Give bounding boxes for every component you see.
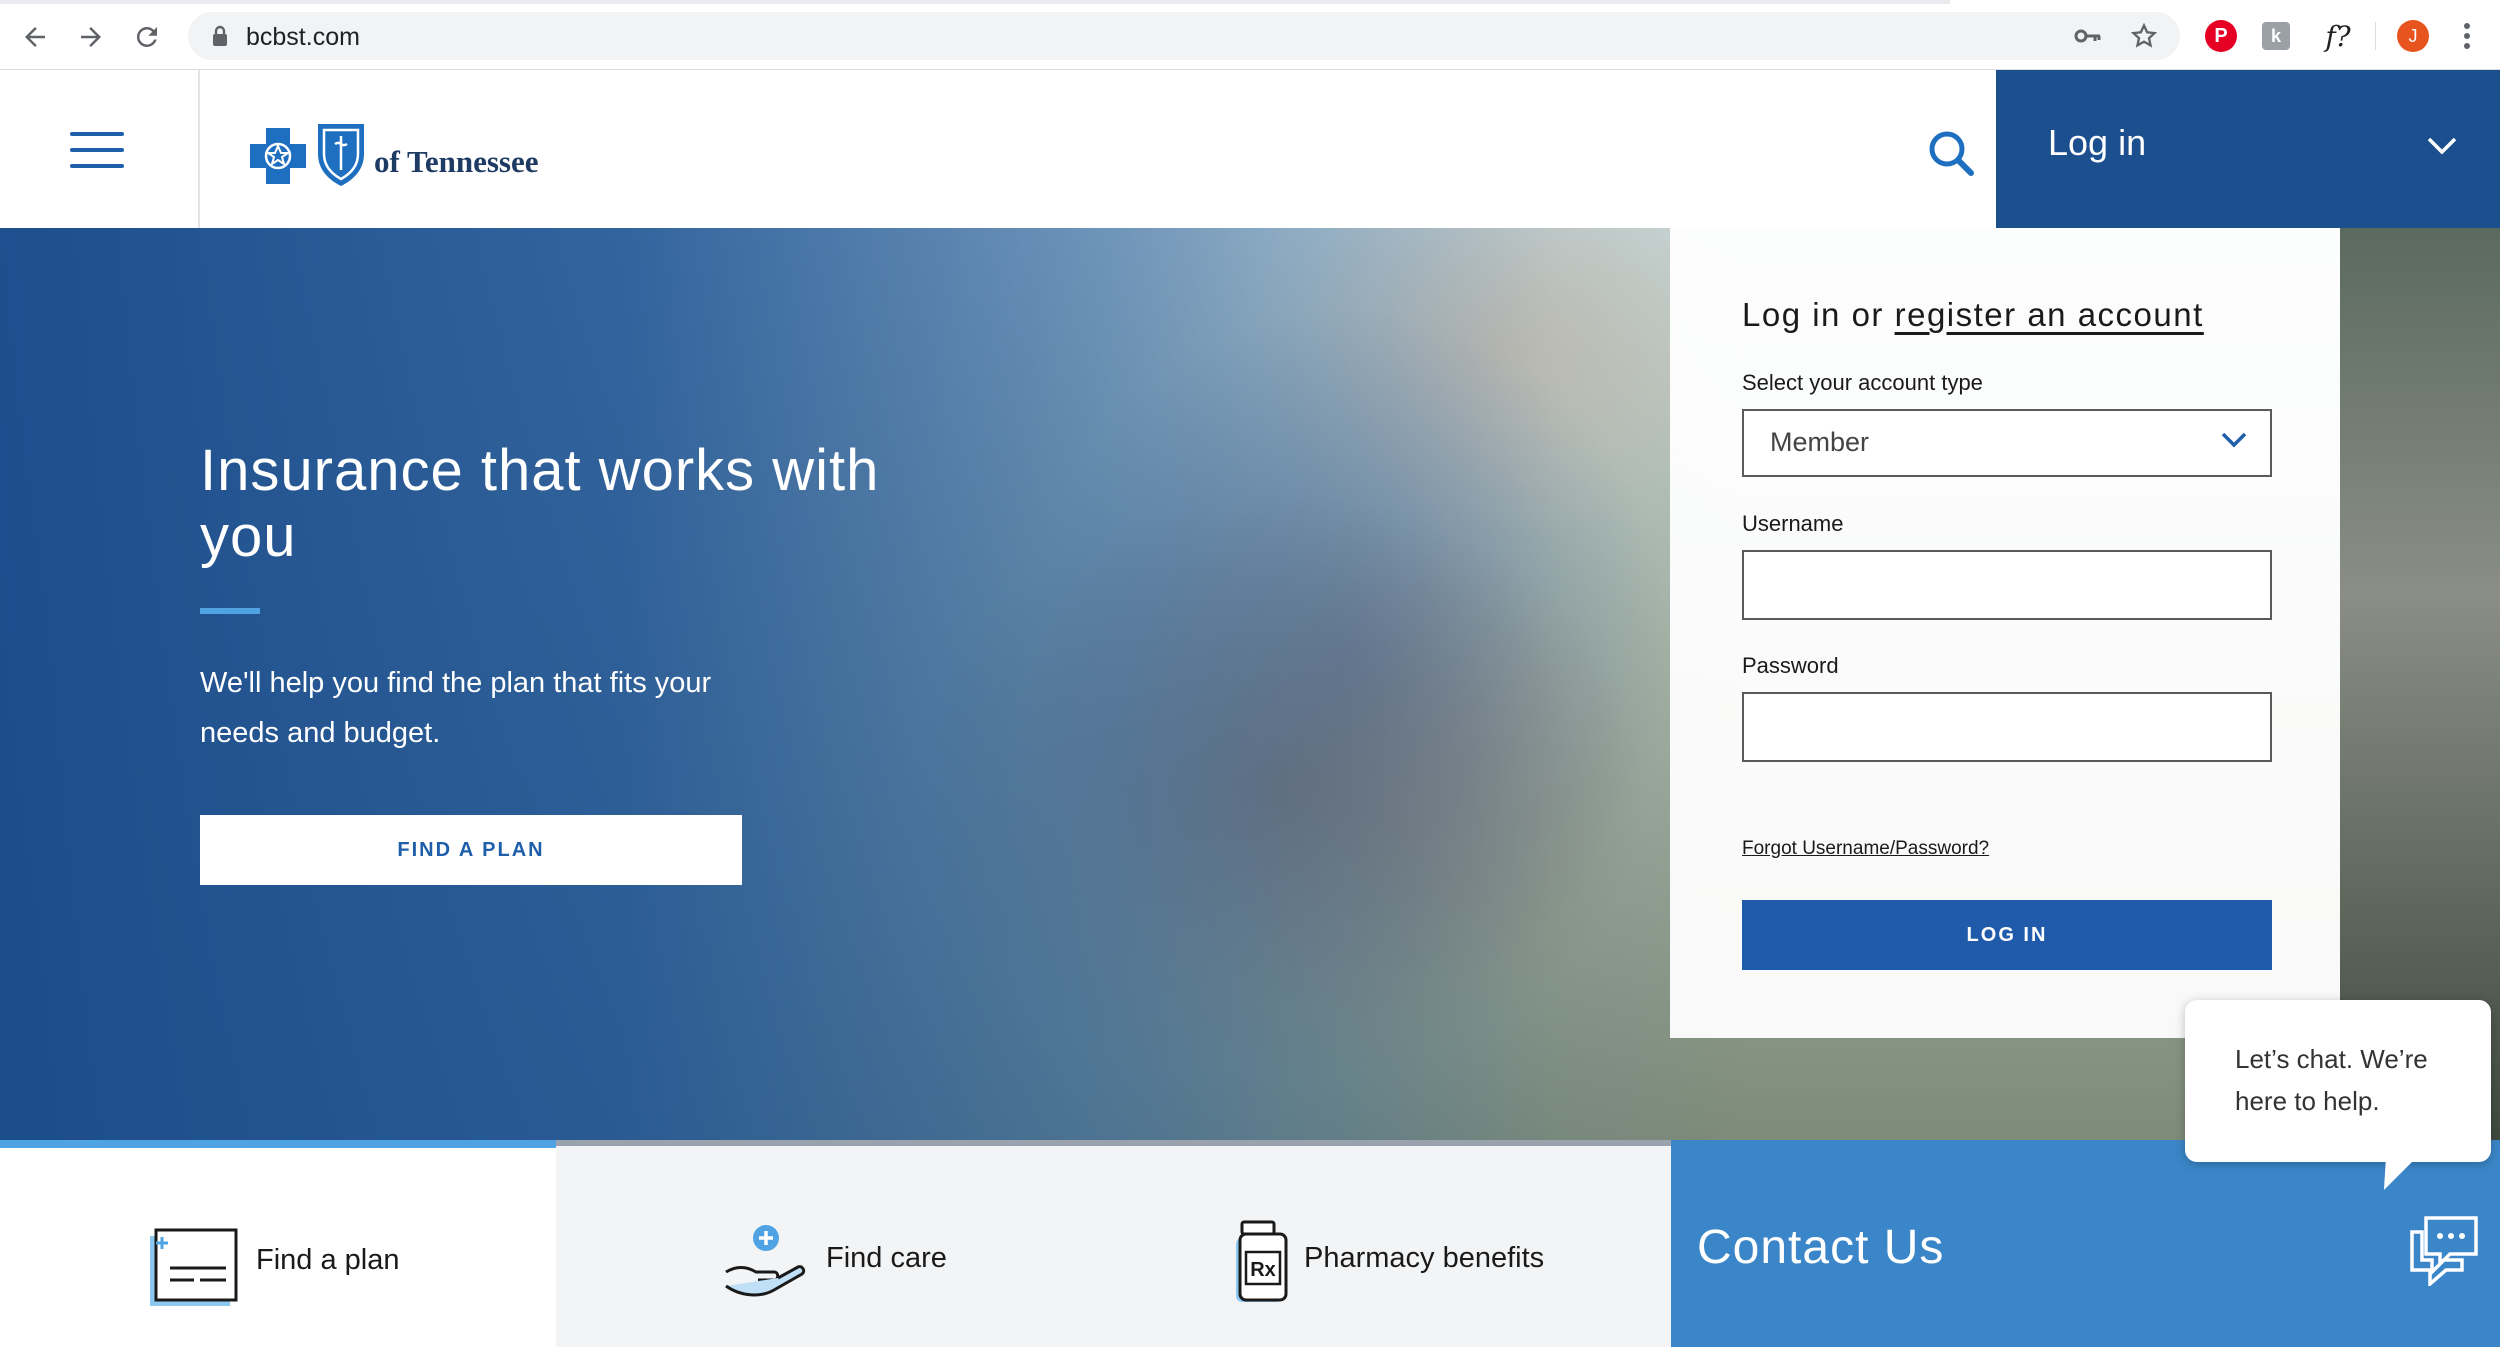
lock-icon (210, 25, 230, 52)
blue-cross-icon (250, 128, 306, 184)
quick-link-label: Pharmacy benefits (1304, 1242, 1545, 1274)
logo-text: of Tennessee (374, 144, 539, 179)
extension-icon[interactable]: k (2262, 22, 2290, 50)
account-type-select[interactable]: Member (1742, 409, 2272, 477)
page-load-bar (0, 0, 1950, 4)
extension-f-icon[interactable]: f? (2318, 20, 2358, 53)
login-panel: Log in or register an account Select you… (1670, 228, 2340, 1038)
password-label: Password (1742, 653, 1839, 678)
back-icon[interactable] (18, 20, 52, 54)
account-type-label: Select your account type (1742, 370, 1983, 395)
quick-link-find-care[interactable]: Find care (556, 1140, 1116, 1347)
site-header: of Tennessee Log in (0, 70, 2500, 228)
chat-icon[interactable] (2406, 1210, 2482, 1288)
username-input[interactable] (1742, 550, 2272, 620)
login-heading-prefix: Log in or (1742, 296, 1884, 333)
svg-text:Rx: Rx (1250, 1259, 1276, 1281)
header-divider (198, 70, 200, 228)
account-type-value: Member (1770, 427, 1870, 457)
username-label: Username (1742, 511, 1844, 536)
hamburger-menu-icon[interactable] (60, 132, 136, 176)
quick-link-label: Find care (826, 1242, 947, 1274)
address-bar[interactable]: bcbst.com (188, 12, 2180, 60)
star-icon[interactable] (2130, 22, 2158, 55)
quick-links-bar: Find a plan Find care Rx Pharmacy benefi… (0, 1140, 2500, 1347)
forgot-credentials-link[interactable]: Forgot Username/Password? (1742, 838, 1989, 860)
login-heading: Log in or register an account (1742, 296, 2204, 334)
password-input[interactable] (1742, 692, 2272, 762)
quick-link-pharmacy-benefits[interactable]: Rx Pharmacy benefits (1116, 1140, 1671, 1347)
key-icon[interactable] (2074, 25, 2102, 52)
contact-us-panel[interactable]: Contact Us (1671, 1140, 2500, 1347)
login-toggle-label: Log in (2048, 122, 2147, 163)
chat-invite-message: Let’s chat. We’re here to help. (2235, 1044, 2428, 1116)
chat-invite-bubble[interactable]: Let’s chat. We’re here to help. (2185, 1000, 2491, 1162)
register-account-link[interactable]: register an account (1895, 296, 2204, 333)
toolbar-divider (2375, 22, 2376, 50)
quick-link-find-a-plan[interactable]: Find a plan (0, 1140, 556, 1347)
pill-bottle-icon: Rx (1230, 1220, 1290, 1311)
login-dropdown-toggle[interactable]: Log in (1996, 70, 2500, 228)
reload-icon[interactable] (130, 20, 164, 54)
chevron-down-icon (2426, 136, 2458, 161)
profile-avatar[interactable]: J (2397, 20, 2429, 52)
chevron-down-icon (2220, 431, 2248, 454)
find-a-plan-button[interactable]: FIND A PLAN (200, 815, 742, 885)
blue-shield-icon (318, 124, 364, 186)
forward-icon[interactable] (74, 20, 108, 54)
kebab-menu-icon[interactable] (2455, 18, 2479, 54)
hand-care-icon (722, 1224, 812, 1309)
address-url[interactable]: bcbst.com (246, 23, 360, 52)
bcbst-logo[interactable]: of Tennessee (246, 118, 539, 188)
plan-document-icon (148, 1228, 238, 1313)
hero-subtitle: We'll help you find the plan that fits y… (200, 667, 712, 749)
pinterest-icon[interactable]: P (2205, 20, 2237, 52)
log-in-button[interactable]: LOG IN (1742, 900, 2272, 970)
search-icon[interactable] (1920, 122, 1984, 186)
contact-us-heading: Contact Us (1697, 1221, 1945, 1274)
browser-toolbar: bcbst.com P k f? J (0, 0, 2500, 70)
hero-banner: Insurance that works with you We'll help… (0, 228, 2500, 1140)
hero-title: Insurance that works with you (200, 438, 880, 569)
quick-link-label: Find a plan (256, 1244, 400, 1276)
hero-accent-bar (200, 608, 260, 614)
